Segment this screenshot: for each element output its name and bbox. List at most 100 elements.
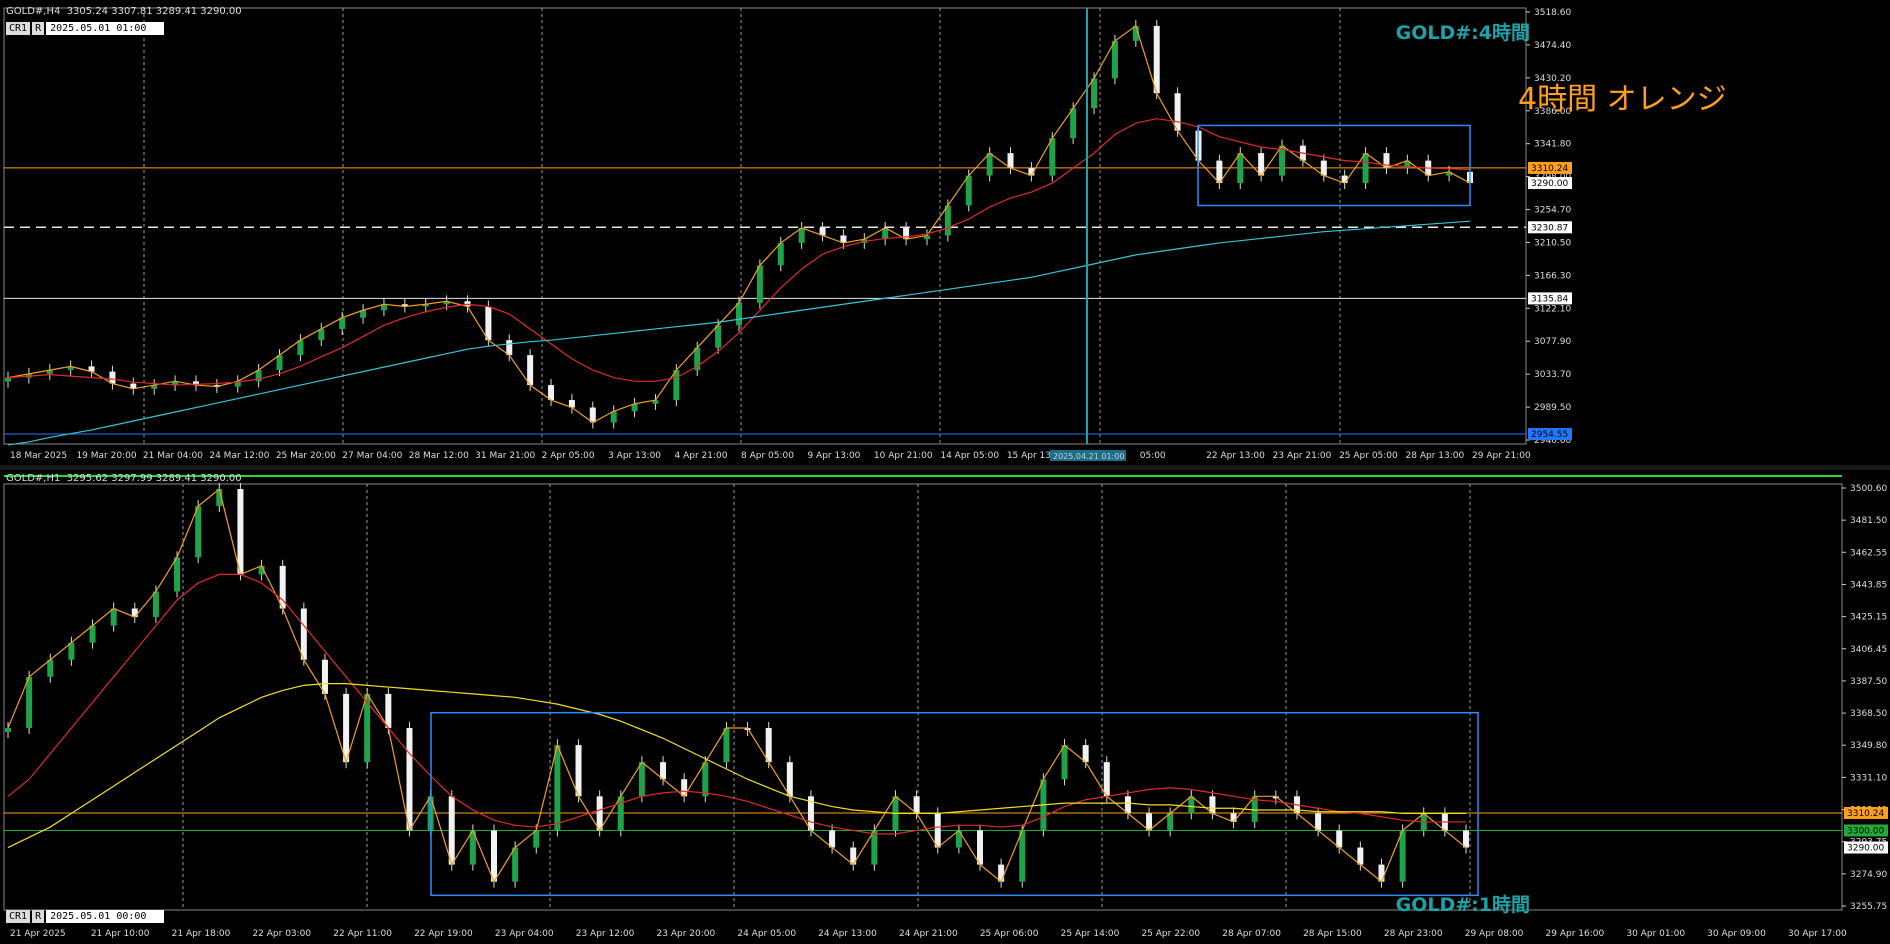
time-tick-label: 30 Apr 17:00 [1788, 929, 1847, 939]
cr1-button[interactable]: CR1 [6, 910, 31, 923]
h1-toolbar: CR1 R 2025.05.01 00:00 [6, 910, 165, 923]
time-tick-label: 28 Mar 12:00 [409, 451, 469, 461]
r-button[interactable]: R [32, 910, 45, 923]
price-tick-label: 3474.40 [1534, 41, 1571, 51]
time-tick-label: 29 Apr 21:00 [1472, 451, 1531, 461]
time-tick-label: 21 Apr 2025 [10, 929, 66, 939]
time-tick-label: 24 Mar 12:00 [209, 451, 269, 461]
price-tag-label: 3300.00 [1847, 826, 1884, 836]
r-button[interactable]: R [32, 22, 45, 35]
price-tick-label: 2989.50 [1534, 403, 1571, 413]
price-tick-label: 3481.50 [1850, 516, 1887, 526]
candle-body [1463, 830, 1469, 848]
time-tick-label: 23 Apr 12:00 [576, 929, 635, 939]
time-tick-label: 22 Apr 03:00 [252, 929, 311, 939]
candle-body [638, 762, 645, 797]
candle-body [934, 813, 941, 848]
time-tick-label: 31 Mar 21:00 [475, 451, 535, 461]
time-tick-label: 24 Apr 05:00 [737, 929, 796, 939]
h4-chart-pane[interactable]: 3518.603474.403430.203386.003341.803298.… [0, 0, 1890, 465]
candle-body [1103, 762, 1110, 797]
price-tick-label: 3166.30 [1534, 271, 1571, 281]
candle-body [89, 625, 96, 643]
price-tag-label: 3290.00 [1847, 844, 1884, 854]
candle-body [1209, 796, 1216, 814]
time-tick-label: 25 Apr 22:00 [1141, 929, 1200, 939]
time-tick-label: 28 Apr 13:00 [1406, 451, 1465, 461]
zigzag-line [7, 487, 1467, 883]
price-tick-label: 3341.80 [1534, 140, 1571, 150]
candle-body [110, 608, 117, 626]
candle-body [575, 745, 582, 797]
time-tick-label: 21 Apr 10:00 [91, 929, 150, 939]
candle-body [300, 608, 307, 660]
candle-body [26, 676, 33, 729]
candle-body [1124, 796, 1131, 814]
time-tick-label: 30 Apr 01:00 [1626, 929, 1685, 939]
h1-chart-svg[interactable]: 3500.60 3481.50 3462.55 3443.85 3425.15 3406.… [0, 470, 1890, 940]
h1-info-header: GOLD#,H1 3295.62 3297.99 3289.41 3290.00 [6, 473, 242, 484]
candle-body [1237, 153, 1244, 184]
time-tick-label: 14 Apr 05:00 [940, 451, 999, 461]
time-tick-label: 8 Apr 05:00 [741, 451, 794, 461]
ma-red-line [7, 118, 1471, 386]
h4-info-header: GOLD#,H4 3305.24 3307.81 3289.41 3290.00 [6, 6, 242, 17]
price-tick-label: 3077.90 [1534, 337, 1571, 347]
candle-body [448, 796, 455, 865]
price-tag-label: 3290.00 [1531, 179, 1568, 189]
candle-body [986, 153, 993, 176]
time-tick-label: 23 Apr 21:00 [1273, 451, 1332, 461]
candle-body [777, 242, 784, 266]
candle-body [491, 830, 497, 882]
plot-frame [3, 7, 1527, 445]
candle-body [1336, 830, 1343, 848]
range-box [430, 711, 1479, 897]
candle-body [1070, 108, 1077, 139]
price-tag-label: 3230.87 [1531, 223, 1568, 233]
price-tick-label: 3406.45 [1850, 645, 1887, 655]
candle-body [195, 506, 202, 558]
time-tick-label: 21 Apr 18:00 [172, 929, 231, 939]
candle-body [343, 693, 350, 763]
time-tick-label: 10 Apr 21:00 [874, 451, 933, 461]
candle-body [756, 265, 763, 303]
candle-body [321, 659, 328, 694]
ma-red-line [7, 573, 1466, 835]
time-tick-label: 24 Apr 13:00 [818, 929, 877, 939]
candle-body [736, 302, 742, 326]
time-tick-label: 25 Apr 14:00 [1061, 929, 1120, 939]
candle-body [406, 728, 413, 831]
cursor-time-label: 2025.04.21 01:00 [1053, 452, 1124, 461]
candle-body [1146, 813, 1153, 831]
time-tick-label: 9 Apr 13:00 [807, 451, 860, 461]
candle-body [1188, 796, 1195, 814]
cr1-button[interactable]: CR1 [6, 22, 31, 35]
price-tick-label: 3210.50 [1534, 238, 1571, 248]
candle-body [533, 830, 540, 848]
candle-body [237, 489, 244, 575]
time-tick-label: 22 Apr 11:00 [333, 929, 392, 939]
time-tick-label: 28 Apr 07:00 [1222, 929, 1281, 939]
plot-frame [3, 483, 1843, 911]
candle-body [485, 306, 492, 341]
h1-chart-pane[interactable]: 3500.60 3481.50 3462.55 3443.85 3425.15 3406.… [0, 470, 1890, 940]
candle-body [617, 796, 624, 831]
candle-body [152, 591, 159, 618]
candle-body [1174, 93, 1181, 131]
candle-body [548, 385, 555, 401]
time-tick-label: 22 Apr 13:00 [1206, 451, 1265, 461]
h1-time-display: 2025.05.01 00:00 [46, 910, 165, 923]
time-tick-label: 3 Apr 13:00 [608, 451, 661, 461]
candle-body [977, 830, 983, 865]
time-tick-label: 30 Apr 09:00 [1707, 929, 1766, 939]
candle-body [1315, 813, 1322, 831]
candle-body [1111, 40, 1118, 79]
candle-body [1007, 153, 1014, 169]
candle-body [1399, 830, 1406, 882]
h4-chart-svg[interactable]: 3518.603474.403430.203386.003341.803298.… [0, 0, 1890, 465]
price-tag-label: 3310.24 [1531, 164, 1568, 174]
time-tick-label: 25 Apr 05:00 [1339, 451, 1398, 461]
price-tick-label: 3387.50 [1850, 677, 1887, 687]
time-tick-label: 25 Apr 06:00 [980, 929, 1039, 939]
h1-timeframe-label: GOLD#:1時間 [1395, 894, 1530, 916]
